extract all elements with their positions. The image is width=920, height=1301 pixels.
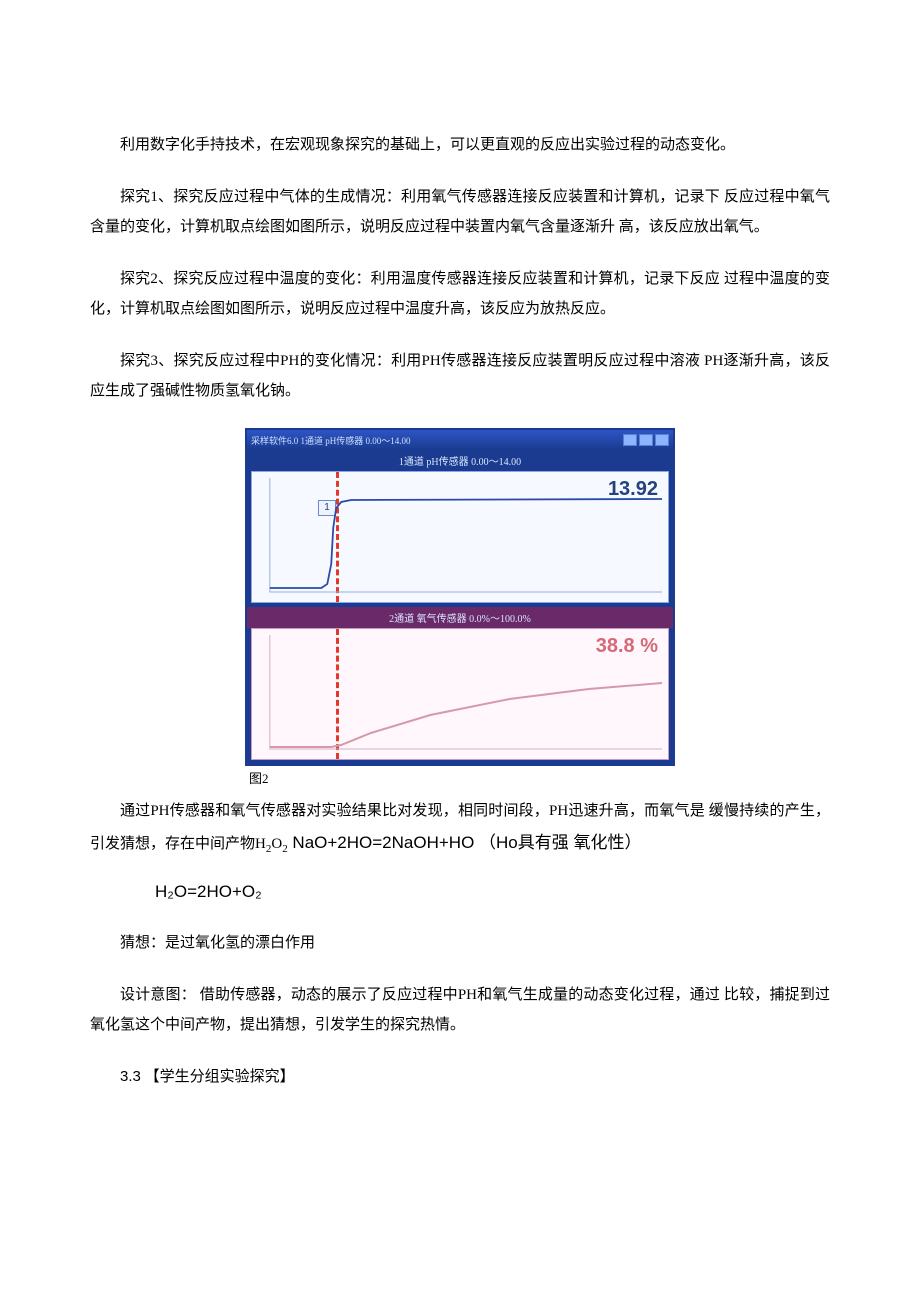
text-run: O — [271, 836, 282, 852]
paragraph: 探究3、探究反应过程中PH的变化情况：利用PH传感器连接反应装置明反应过程中溶液… — [90, 346, 830, 406]
paragraph: 利用数字化手持技术，在宏观现象探究的基础上，可以更直观的反应出实验过程的动态变化… — [90, 130, 830, 160]
o2-curve-svg — [252, 629, 668, 759]
panel-1-label: 1通道 pH传感器 0.00～14.00 — [247, 450, 673, 471]
close-icon[interactable] — [655, 434, 669, 446]
paragraph: 探究2、探究反应过程中温度的变化：利用温度传感器连接反应装置和计算机，记录下反应… — [90, 264, 830, 324]
ph-chart: 13.92 1 — [251, 471, 669, 603]
paragraph: 猜想：是过氧化氢的漂白作用 — [90, 928, 830, 958]
ph-curve-svg — [252, 472, 668, 602]
paragraph: 通过PH传感器和氧气传感器对实验结果比对发现，相同时间段，PH迅速升高，而氧气是… — [90, 796, 830, 860]
o2-chart: 38.8 % — [251, 628, 669, 760]
section-number: 3.3 — [120, 1068, 141, 1085]
figure-caption: 图2 — [245, 768, 675, 787]
panel-2-label: 2通道 氧气传感器 0.0%～100.0% — [247, 607, 673, 628]
paragraph: 设计意图： 借助传感器，动态的展示了反应过程中PH和氧气生成量的动态变化过程，通… — [90, 980, 830, 1040]
sensor-software-window: 采样软件6.0 1通道 pH传感器 0.00～14.00 1通道 pH传感器 0… — [245, 428, 675, 766]
maximize-icon[interactable] — [639, 434, 653, 446]
minimize-icon[interactable] — [623, 434, 637, 446]
figure-2: 采样软件6.0 1通道 pH传感器 0.00～14.00 1通道 pH传感器 0… — [90, 428, 830, 788]
text-run: NaO+2HO=2NaOH+HO （Ho具有强 氧化性） — [288, 833, 642, 852]
section-title: 【学生分组实验探究】 — [141, 1069, 295, 1085]
window-titlebar: 采样软件6.0 1通道 pH传感器 0.00～14.00 — [247, 430, 673, 450]
paragraph: 探究1、探究反应过程中气体的生成情况：利用氧气传感器连接反应装置和计算机，记录下… — [90, 182, 830, 242]
section-heading: 3.3 【学生分组实验探究】 — [90, 1062, 830, 1092]
chemical-formula: H₂O=2HO+O₂ — [155, 882, 830, 902]
window-controls[interactable] — [623, 434, 669, 446]
document-page: 利用数字化手持技术，在宏观现象探究的基础上，可以更直观的反应出实验过程的动态变化… — [0, 0, 920, 1174]
window-title: 采样软件6.0 1通道 pH传感器 0.00～14.00 — [251, 434, 411, 447]
